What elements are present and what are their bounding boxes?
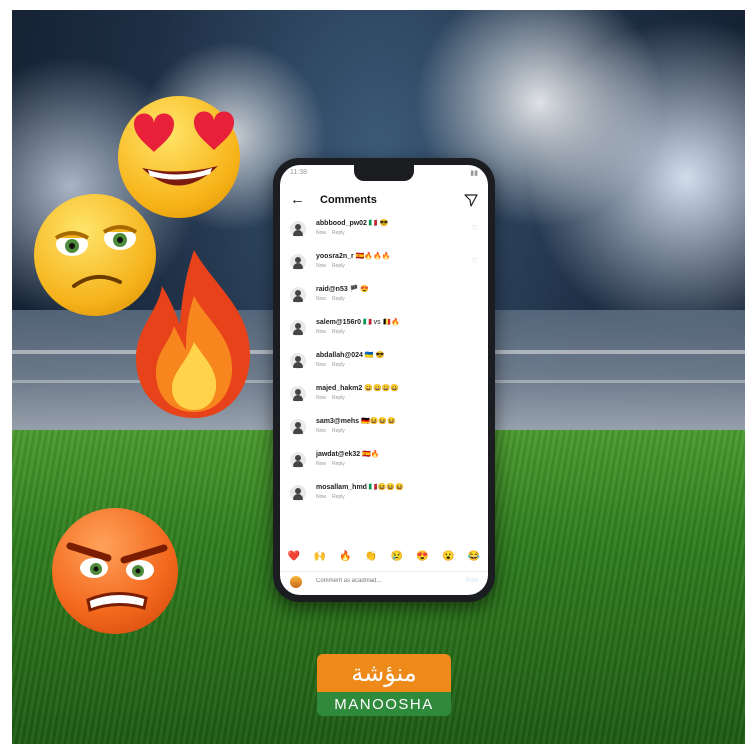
comment-item: yoosra2n_r 🇪🇸🔥🔥🔥 Now Reply ♡ bbox=[280, 248, 488, 281]
comment-item: abbbood_pw02 🇮🇹 😎 Now Reply ♡ bbox=[280, 215, 488, 248]
reaction-raised-hands-icon[interactable]: 🙌 bbox=[310, 551, 330, 562]
fire-emoji-icon bbox=[128, 246, 260, 422]
avatar[interactable] bbox=[290, 221, 306, 237]
comment-time: Now bbox=[316, 296, 327, 302]
comment-time: Now bbox=[316, 428, 327, 434]
reaction-fire-icon[interactable]: 🔥 bbox=[335, 551, 355, 562]
comment-input[interactable] bbox=[314, 577, 396, 585]
comment-time: Now bbox=[316, 329, 327, 335]
reply-button[interactable]: Reply bbox=[332, 461, 345, 467]
reaction-heart-eyes-icon[interactable]: 😍 bbox=[413, 551, 433, 562]
comment-item: sam3@mehs 🇩🇪😆😆😆 Now Reply bbox=[280, 413, 488, 446]
comment-text: 🇪🇸🔥 bbox=[362, 451, 380, 458]
comment-text: 🇮🇹 vs 🇧🇪🔥 bbox=[362, 319, 400, 326]
comment-time: Now bbox=[316, 263, 327, 269]
reaction-laughing-icon[interactable]: 😂 bbox=[464, 551, 484, 562]
comment-time: Now bbox=[316, 395, 327, 401]
comment-item: mosallam_hmd 🇮🇹😆😆😆 Now Reply bbox=[280, 479, 488, 512]
angry-face-emoji-icon bbox=[52, 508, 178, 634]
post-button[interactable]: Post bbox=[466, 578, 478, 584]
comment-text: 🏴 😍 bbox=[349, 286, 370, 293]
quick-reaction-bar: ❤️ 🙌 🔥 👏 😢 😍 😮 😂 bbox=[284, 551, 484, 562]
avatar[interactable] bbox=[290, 485, 306, 501]
manoosha-logo: منؤشة MANOOSHA bbox=[317, 654, 451, 716]
comment-time: Now bbox=[316, 461, 327, 467]
reply-button[interactable]: Reply bbox=[332, 362, 345, 368]
smartphone: 11:38 ▮▮ ← Comments abbbood_pw02 🇮🇹 😎 No… bbox=[273, 158, 495, 602]
comment-text: 😀😀😀😀 bbox=[364, 385, 400, 392]
avatar[interactable] bbox=[290, 353, 306, 369]
like-heart-icon[interactable]: ♡ bbox=[472, 257, 478, 265]
comment-item: raid@n53 🏴 😍 Now Reply bbox=[280, 281, 488, 314]
send-icon[interactable] bbox=[464, 193, 478, 207]
reply-button[interactable]: Reply bbox=[332, 494, 345, 500]
comment-username[interactable]: abdallah@024 bbox=[316, 352, 363, 359]
reaction-crying-icon[interactable]: 😢 bbox=[387, 551, 407, 562]
promo-graphic: 11:38 ▮▮ ← Comments abbbood_pw02 🇮🇹 😎 No… bbox=[0, 0, 745, 744]
comment-item: jawdat@ek32 🇪🇸🔥 Now Reply bbox=[280, 446, 488, 479]
phone-screen: 11:38 ▮▮ ← Comments abbbood_pw02 🇮🇹 😎 No… bbox=[280, 165, 488, 595]
comment-text: 🇮🇹😆😆😆 bbox=[368, 484, 404, 491]
comment-username[interactable]: yoosra2n_r bbox=[316, 253, 354, 260]
back-arrow-icon[interactable]: ← bbox=[290, 191, 305, 208]
comment-username[interactable]: sam3@mehs bbox=[316, 418, 359, 425]
comment-item: abdallah@024 🇺🇦 😎 Now Reply bbox=[280, 347, 488, 380]
comment-item: majed_hakm2 😀😀😀😀 Now Reply bbox=[280, 380, 488, 413]
logo-latin-text: MANOOSHA bbox=[317, 692, 451, 716]
comment-text: 🇮🇹 😎 bbox=[368, 220, 389, 227]
comment-username[interactable]: salem@156r0 bbox=[316, 319, 361, 326]
comment-username[interactable]: raid@n53 bbox=[316, 286, 348, 293]
comment-username[interactable]: jawdat@ek32 bbox=[316, 451, 360, 458]
comment-text: 🇪🇸🔥🔥🔥 bbox=[355, 253, 391, 260]
comment-item: salem@156r0 🇮🇹 vs 🇧🇪🔥 Now Reply bbox=[280, 314, 488, 347]
comment-text: 🇺🇦 😎 bbox=[364, 352, 385, 359]
reply-button[interactable]: Reply bbox=[332, 296, 345, 302]
reaction-surprised-icon[interactable]: 😮 bbox=[438, 551, 458, 562]
avatar[interactable] bbox=[290, 320, 306, 336]
reply-button[interactable]: Reply bbox=[332, 428, 345, 434]
comment-time: Now bbox=[316, 494, 327, 500]
camera-notch bbox=[354, 165, 414, 181]
reply-button[interactable]: Reply bbox=[332, 329, 345, 335]
reaction-heart-icon[interactable]: ❤️ bbox=[284, 551, 304, 562]
reaction-clap-icon[interactable]: 👏 bbox=[361, 551, 381, 562]
like-heart-icon[interactable]: ♡ bbox=[472, 224, 478, 232]
avatar[interactable] bbox=[290, 452, 306, 468]
comment-composer: Post bbox=[280, 571, 488, 592]
avatar[interactable] bbox=[290, 419, 306, 435]
page-title: Comments bbox=[320, 194, 377, 206]
comment-time: Now bbox=[316, 230, 327, 236]
logo-arabic-text: منؤشة bbox=[317, 654, 451, 692]
comment-username[interactable]: majed_hakm2 bbox=[316, 385, 362, 392]
comment-list: abbbood_pw02 🇮🇹 😎 Now Reply ♡ yoosra2n_r … bbox=[280, 215, 488, 512]
avatar[interactable] bbox=[290, 386, 306, 402]
status-time: 11:38 bbox=[290, 169, 307, 176]
avatar[interactable] bbox=[290, 287, 306, 303]
comment-username[interactable]: abbbood_pw02 bbox=[316, 220, 367, 227]
avatar[interactable] bbox=[290, 254, 306, 270]
reply-button[interactable]: Reply bbox=[332, 263, 345, 269]
comment-time: Now bbox=[316, 362, 327, 368]
user-avatar bbox=[290, 576, 302, 588]
battery-icon: ▮▮ bbox=[470, 170, 478, 177]
reply-button[interactable]: Reply bbox=[332, 395, 345, 401]
comment-text: 🇩🇪😆😆😆 bbox=[360, 418, 396, 425]
reply-button[interactable]: Reply bbox=[332, 230, 345, 236]
comment-username[interactable]: mosallam_hmd bbox=[316, 484, 367, 491]
